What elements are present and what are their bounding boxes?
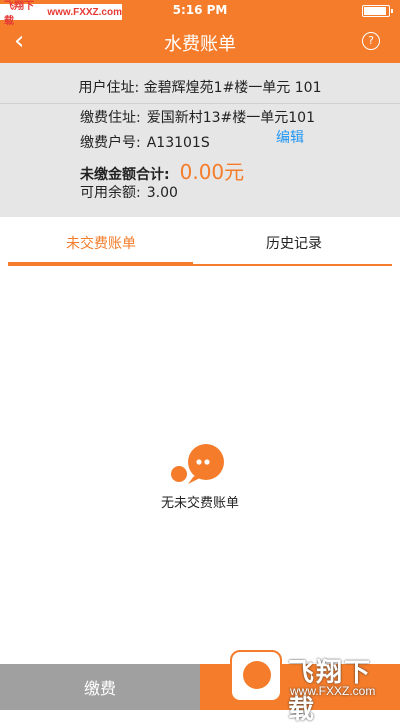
chat-bubbles-icon [171, 444, 224, 484]
watermark-logo: 飞翔下载 www.FXXZ.com [230, 650, 388, 725]
status-bar: 飞翔下载 www.FXXZ.com 5:16 PM [0, 0, 400, 27]
balance-value: 3.00 [146, 185, 178, 201]
header-bar: 飞翔下载 www.FXXZ.com 5:16 PM ‹ 水费账单 ? [0, 0, 400, 63]
user-address-value: 金碧辉煌苑1#楼一单元 101 [143, 80, 322, 96]
user-address-row: 用户住址: 金碧辉煌苑1#楼一单元 101 [0, 77, 400, 97]
account-number-label: 缴费户号: [80, 135, 141, 151]
account-number-row: 缴费户号: A13101S [80, 132, 210, 152]
empty-state-text: 无未交费账单 [160, 496, 239, 511]
status-time: 5:16 PM [172, 3, 228, 17]
watermark-logo-site: www.FXXZ.com [290, 684, 376, 698]
navigation-bar: ‹ 水费账单 ? [0, 20, 400, 63]
pay-address-label: 缴费住址: [80, 110, 141, 126]
watermark-badge-icon [230, 650, 282, 702]
unpaid-total-amount: 0.00元 [179, 160, 245, 184]
unpaid-total-row: 未缴金额合计: 0.00元 [80, 156, 244, 185]
account-info-panel: 用户住址: 金碧辉煌苑1#楼一单元 101 缴费住址: 爱国新村13#楼一单元10… [0, 63, 400, 217]
question-circle-icon[interactable]: ? [362, 32, 380, 50]
tab-history[interactable]: 历史记录 [266, 233, 322, 253]
balance-label: 可用余额: [80, 185, 141, 201]
tab-unpaid-bills[interactable]: 未交费账单 [66, 233, 136, 253]
edit-link[interactable]: 编辑 [276, 127, 304, 147]
active-tab-indicator [8, 262, 193, 266]
battery-icon [362, 5, 393, 17]
account-number-value: A13101S [146, 135, 210, 151]
page-title: 水费账单 [164, 34, 236, 55]
balance-row: 可用余额: 3.00 [80, 182, 178, 202]
bill-tabs: 未交费账单 历史记录 [0, 217, 400, 267]
user-address-label: 用户住址: [78, 80, 140, 96]
pay-button[interactable]: 缴费 [0, 664, 200, 710]
pay-address-value: 爱国新村13#楼一单元101 [146, 110, 315, 126]
unpaid-total-label: 未缴金额合计: [80, 167, 170, 183]
pay-address-row: 缴费住址: 爱国新村13#楼一单元101 [80, 107, 315, 127]
divider [0, 103, 400, 104]
